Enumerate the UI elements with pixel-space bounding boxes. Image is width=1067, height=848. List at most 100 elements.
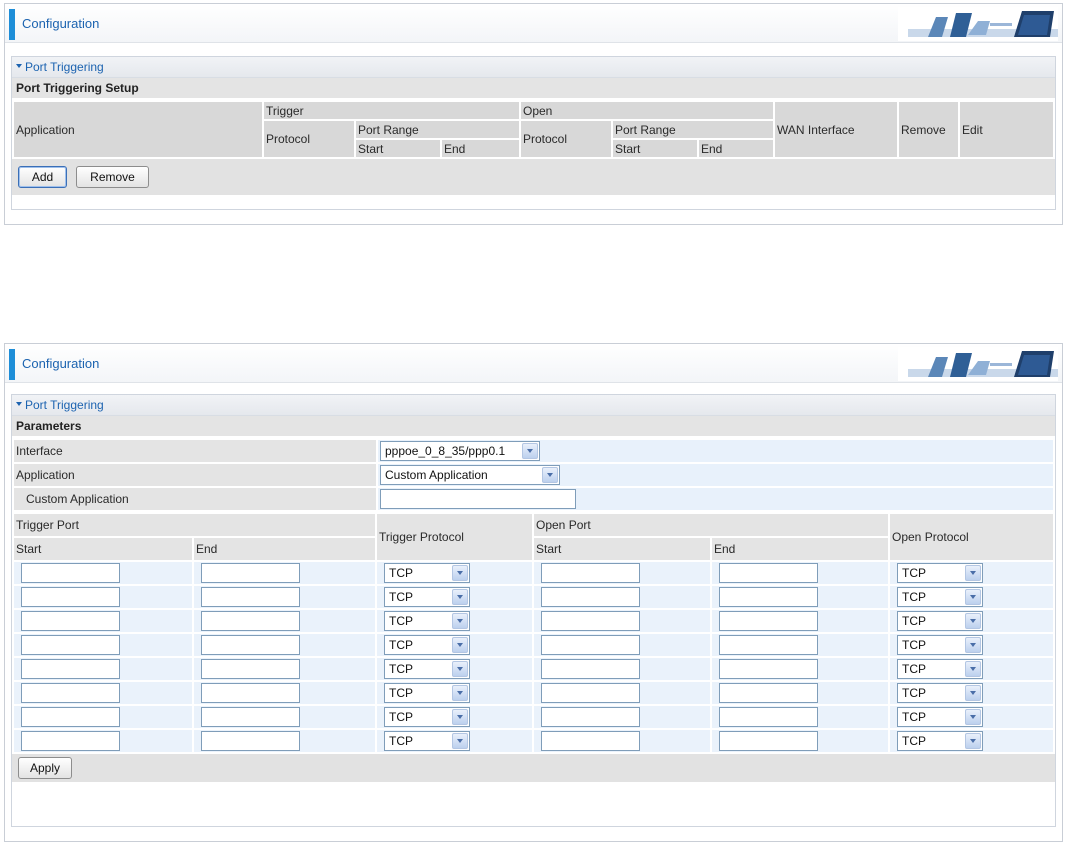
protocol-value: TCP: [902, 662, 926, 676]
header-accent-bar: [9, 9, 15, 40]
trigger-protocol-select[interactable]: TCP: [384, 731, 470, 751]
add-button[interactable]: Add: [18, 166, 67, 188]
port-grid-rows: TCP TCP TCP TCP TCP TCP TCP TCP TCP TCP …: [12, 560, 1055, 754]
chevron-down-icon[interactable]: [965, 733, 981, 749]
trigger-start-input[interactable]: [21, 587, 120, 607]
chevron-down-icon[interactable]: [452, 589, 468, 605]
protocol-value: TCP: [902, 614, 926, 628]
chevron-down-icon[interactable]: [965, 637, 981, 653]
port-row: TCP TCP: [12, 728, 1055, 754]
trigger-start-input[interactable]: [21, 659, 120, 679]
section-header[interactable]: Port Triggering: [12, 57, 1055, 78]
trigger-end-input[interactable]: [201, 635, 300, 655]
chevron-down-icon[interactable]: [965, 661, 981, 677]
open-start-input[interactable]: [541, 731, 640, 751]
open-port-header: Open Port: [532, 512, 890, 538]
protocol-value: TCP: [389, 614, 413, 628]
open-start-input[interactable]: [541, 587, 640, 607]
open-start-input[interactable]: [541, 611, 640, 631]
protocol-value: TCP: [389, 734, 413, 748]
open-start-input[interactable]: [541, 659, 640, 679]
port-triggering-section: Port Triggering Parameters Interface ppp…: [11, 394, 1056, 827]
open-protocol-select[interactable]: TCP: [897, 731, 983, 751]
port-row: TCP TCP: [12, 680, 1055, 706]
chevron-down-icon[interactable]: [452, 661, 468, 677]
trigger-protocol-select[interactable]: TCP: [384, 683, 470, 703]
trigger-start-input[interactable]: [21, 707, 120, 727]
apply-button[interactable]: Apply: [18, 757, 72, 779]
col-trigger-protocol: Protocol: [262, 119, 356, 159]
trigger-start-input[interactable]: [21, 635, 120, 655]
chevron-down-icon[interactable]: [452, 709, 468, 725]
open-end-input[interactable]: [719, 587, 818, 607]
chevron-down-icon[interactable]: [965, 709, 981, 725]
open-protocol-select[interactable]: TCP: [897, 563, 983, 583]
chevron-down-icon[interactable]: [452, 637, 468, 653]
button-row: Apply: [12, 754, 1055, 782]
section-header[interactable]: Port Triggering: [12, 395, 1055, 416]
port-grid: Trigger Port Trigger Protocol Open Port …: [12, 512, 1055, 754]
open-protocol-select[interactable]: TCP: [897, 707, 983, 727]
chevron-down-icon[interactable]: [542, 467, 558, 483]
application-select[interactable]: Custom Application: [380, 465, 560, 485]
col-open-port-range: Port Range: [611, 119, 775, 140]
open-protocol-select[interactable]: TCP: [897, 635, 983, 655]
custom-application-input[interactable]: [380, 489, 576, 509]
chevron-down-icon[interactable]: [965, 613, 981, 629]
chevron-down-icon[interactable]: [452, 685, 468, 701]
trigger-protocol-select[interactable]: TCP: [384, 707, 470, 727]
chevron-down-icon[interactable]: [965, 589, 981, 605]
trigger-end-input[interactable]: [201, 683, 300, 703]
col-edit: Edit: [958, 100, 1055, 159]
open-protocol-select[interactable]: TCP: [897, 683, 983, 703]
chevron-down-icon[interactable]: [452, 733, 468, 749]
open-end-input[interactable]: [719, 707, 818, 727]
open-start-input[interactable]: [541, 563, 640, 583]
protocol-value: TCP: [389, 662, 413, 676]
open-end-input[interactable]: [719, 659, 818, 679]
open-protocol-select[interactable]: TCP: [897, 587, 983, 607]
open-end-input[interactable]: [719, 611, 818, 631]
col-trigger-end: End: [440, 138, 521, 159]
protocol-value: TCP: [389, 686, 413, 700]
trigger-end-input[interactable]: [201, 731, 300, 751]
trigger-start-input[interactable]: [21, 563, 120, 583]
open-start-input[interactable]: [541, 707, 640, 727]
trigger-end-input[interactable]: [201, 563, 300, 583]
collapse-triangle-icon[interactable]: [16, 63, 22, 68]
protocol-value: TCP: [902, 686, 926, 700]
chevron-down-icon[interactable]: [965, 565, 981, 581]
chevron-down-icon[interactable]: [522, 443, 538, 459]
open-protocol-select[interactable]: TCP: [897, 659, 983, 679]
trigger-protocol-select[interactable]: TCP: [384, 563, 470, 583]
chevron-down-icon[interactable]: [965, 685, 981, 701]
remove-button[interactable]: Remove: [76, 166, 149, 188]
trigger-end-input[interactable]: [201, 707, 300, 727]
application-selected-value: Custom Application: [385, 468, 488, 482]
protocol-value: TCP: [902, 638, 926, 652]
col-open-start: Start: [611, 138, 699, 159]
open-protocol-select[interactable]: TCP: [897, 611, 983, 631]
open-end-input[interactable]: [719, 731, 818, 751]
open-end-input[interactable]: [719, 563, 818, 583]
open-end-input[interactable]: [719, 683, 818, 703]
chevron-down-icon[interactable]: [452, 613, 468, 629]
trigger-end-input[interactable]: [201, 611, 300, 631]
trigger-start-input[interactable]: [21, 731, 120, 751]
open-start-input[interactable]: [541, 683, 640, 703]
trigger-port-header: Trigger Port: [12, 512, 377, 538]
chevron-down-icon[interactable]: [452, 565, 468, 581]
collapse-triangle-icon[interactable]: [16, 401, 22, 406]
open-start-input[interactable]: [541, 635, 640, 655]
trigger-end-input[interactable]: [201, 587, 300, 607]
trigger-start-input[interactable]: [21, 611, 120, 631]
interface-select[interactable]: pppoe_0_8_35/ppp0.1: [380, 441, 540, 461]
open-end-input[interactable]: [719, 635, 818, 655]
trigger-end-input[interactable]: [201, 659, 300, 679]
trigger-protocol-select[interactable]: TCP: [384, 659, 470, 679]
trigger-protocol-select[interactable]: TCP: [384, 611, 470, 631]
trigger-protocol-select[interactable]: TCP: [384, 587, 470, 607]
trigger-protocol-select[interactable]: TCP: [384, 635, 470, 655]
trigger-start-input[interactable]: [21, 683, 120, 703]
protocol-value: TCP: [902, 710, 926, 724]
